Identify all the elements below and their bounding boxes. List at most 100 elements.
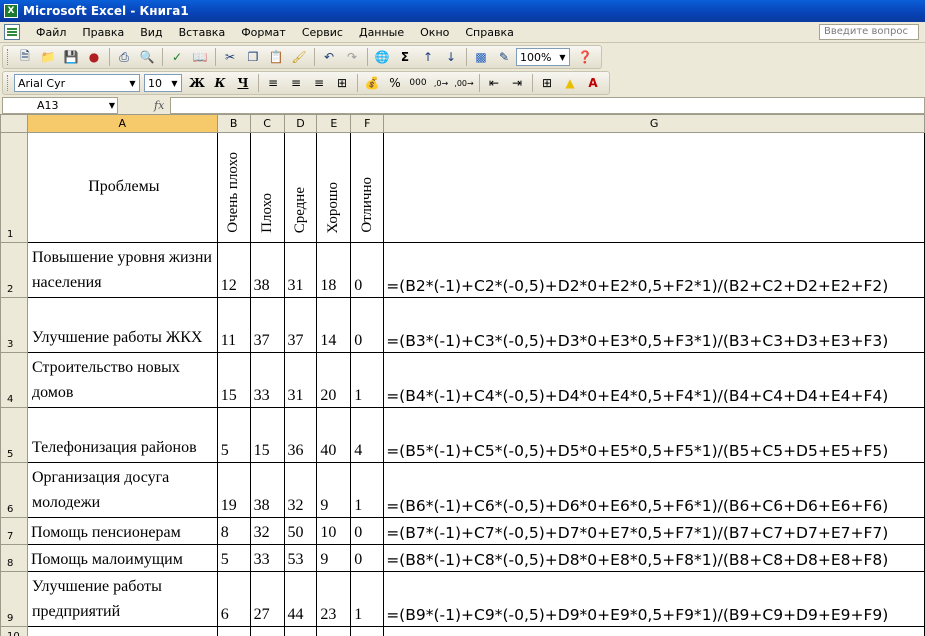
autosum-icon[interactable]: Σ bbox=[394, 47, 416, 67]
cell-value[interactable]: 32 bbox=[249, 517, 285, 545]
toolbar-grip[interactable] bbox=[7, 75, 10, 91]
cell-empty[interactable] bbox=[216, 626, 251, 636]
cell-value[interactable]: 37 bbox=[249, 297, 285, 353]
cell-problem-name[interactable]: Помощь малоимущим bbox=[26, 544, 218, 572]
menu-insert[interactable]: Вставка bbox=[171, 26, 234, 39]
cell-value[interactable]: 53 bbox=[283, 544, 318, 572]
cell-problem-name[interactable]: Помощь пенсионерам bbox=[26, 517, 218, 545]
align-right-icon[interactable]: ≡ bbox=[308, 73, 330, 93]
merge-center-icon[interactable]: ⊞ bbox=[331, 73, 353, 93]
cell-value[interactable]: 1 bbox=[350, 352, 385, 408]
menu-view[interactable]: Вид bbox=[132, 26, 170, 39]
cell-value[interactable]: 19 bbox=[216, 462, 251, 518]
chevron-down-icon[interactable]: ▼ bbox=[126, 75, 139, 91]
cell-value[interactable]: 14 bbox=[316, 297, 352, 353]
print-icon[interactable]: ⎙ bbox=[113, 47, 135, 67]
cell-value[interactable]: 40 bbox=[316, 407, 352, 463]
column-header-d[interactable]: D bbox=[283, 114, 318, 133]
row-header[interactable]: 10 bbox=[0, 626, 28, 636]
column-header-e[interactable]: E bbox=[316, 114, 352, 133]
menu-tools[interactable]: Сервис bbox=[294, 26, 351, 39]
italic-button[interactable]: К bbox=[209, 73, 231, 93]
cell-problem-name[interactable]: Строительство новых домов bbox=[26, 352, 218, 408]
cell-problem-name[interactable]: Улучшение работы ЖКХ bbox=[26, 297, 218, 353]
cell-value[interactable]: 12 bbox=[216, 242, 251, 298]
cell-value[interactable]: 20 bbox=[316, 352, 352, 408]
print-preview-icon[interactable]: 🔍 bbox=[136, 47, 158, 67]
font-name-select[interactable]: Arial Cyr ▼ bbox=[14, 74, 140, 92]
permission-icon[interactable]: ● bbox=[83, 47, 105, 67]
cell-value[interactable]: 5 bbox=[216, 544, 251, 572]
cell-empty[interactable] bbox=[383, 626, 925, 636]
cell-value[interactable]: 6 bbox=[216, 571, 251, 627]
drawing-icon[interactable]: ✎ bbox=[493, 47, 515, 67]
cell-value[interactable]: 23 bbox=[316, 571, 352, 627]
cell-rating-average[interactable]: Средне bbox=[283, 132, 318, 243]
cell-formula[interactable]: =(B6*(-1)+C6*(-0,5)+D6*0+E6*0,5+F6*1)/(B… bbox=[383, 462, 925, 518]
cell-formula[interactable]: =(B7*(-1)+C7*(-0,5)+D7*0+E7*0,5+F7*1)/(B… bbox=[383, 517, 925, 545]
cell-value[interactable]: 38 bbox=[249, 462, 285, 518]
menu-file[interactable]: Файл bbox=[28, 26, 74, 39]
cut-icon[interactable]: ✂ bbox=[219, 47, 241, 67]
function-icon[interactable]: fx bbox=[154, 99, 164, 112]
cell-problem-name[interactable]: Улучшение работы предприятий bbox=[26, 571, 218, 627]
menu-format[interactable]: Формат bbox=[233, 26, 294, 39]
cell-value[interactable]: 4 bbox=[350, 407, 385, 463]
cell-problem-name[interactable]: Организация досуга молодежи bbox=[26, 462, 218, 518]
sort-ascending-icon[interactable]: ↑ bbox=[417, 47, 439, 67]
row-header[interactable]: 4 bbox=[0, 352, 28, 408]
help-icon[interactable]: ❓ bbox=[574, 47, 596, 67]
currency-icon[interactable]: 💰 bbox=[361, 73, 383, 93]
cell-value[interactable]: 8 bbox=[216, 517, 251, 545]
cell-value[interactable]: 0 bbox=[350, 242, 385, 298]
row-header[interactable]: 1 bbox=[0, 132, 28, 243]
hyperlink-icon[interactable]: 🌐 bbox=[371, 47, 393, 67]
increase-indent-icon[interactable]: ⇥ bbox=[506, 73, 528, 93]
cell-value[interactable]: 0 bbox=[350, 517, 385, 545]
copy-icon[interactable]: ❐ bbox=[242, 47, 264, 67]
chevron-down-icon[interactable]: ▼ bbox=[556, 49, 569, 65]
undo-icon[interactable]: ↶ bbox=[318, 47, 340, 67]
column-header-c[interactable]: C bbox=[249, 114, 285, 133]
decrease-decimal-icon[interactable]: ,00→ bbox=[453, 73, 475, 93]
workbook-icon[interactable] bbox=[4, 24, 20, 40]
percent-icon[interactable]: % bbox=[384, 73, 406, 93]
cell-value[interactable]: 5 bbox=[216, 407, 251, 463]
cell-empty[interactable] bbox=[249, 626, 285, 636]
cell-value[interactable]: 50 bbox=[283, 517, 318, 545]
new-document-icon[interactable]: 🗎 bbox=[14, 47, 36, 67]
toolbar-grip[interactable] bbox=[7, 49, 10, 65]
cell-rating-bad[interactable]: Плохо bbox=[249, 132, 285, 243]
name-box[interactable]: A13 ▼ bbox=[2, 96, 118, 114]
cell-rating-excellent[interactable]: Отлично bbox=[350, 132, 385, 243]
format-painter-icon[interactable]: 🖌 bbox=[288, 47, 310, 67]
row-header[interactable]: 9 bbox=[0, 571, 28, 627]
cell-value[interactable]: 9 bbox=[316, 462, 352, 518]
chevron-down-icon[interactable]: ▼ bbox=[168, 75, 181, 91]
cell-rating-very-bad[interactable]: Очень плохо bbox=[216, 132, 251, 243]
cell-formula[interactable]: =(B5*(-1)+C5*(-0,5)+D5*0+E5*0,5+F5*1)/(B… bbox=[383, 407, 925, 463]
cell-value[interactable]: 31 bbox=[283, 242, 318, 298]
cell-value[interactable]: 0 bbox=[350, 297, 385, 353]
cell-empty[interactable] bbox=[350, 626, 385, 636]
menu-window[interactable]: Окно bbox=[412, 26, 457, 39]
sort-descending-icon[interactable]: ↓ bbox=[440, 47, 462, 67]
cell-value[interactable]: 44 bbox=[283, 571, 318, 627]
cell-formula[interactable]: =(B9*(-1)+C9*(-0,5)+D9*0+E9*0,5+F9*1)/(B… bbox=[383, 571, 925, 627]
fill-color-icon[interactable]: ▲ bbox=[559, 73, 581, 93]
chart-wizard-icon[interactable]: ▩ bbox=[470, 47, 492, 67]
cell-value[interactable]: 1 bbox=[350, 571, 385, 627]
cell-empty[interactable] bbox=[26, 626, 218, 636]
underline-button[interactable]: Ч bbox=[232, 73, 254, 93]
cell-formula[interactable]: =(B3*(-1)+C3*(-0,5)+D3*0+E3*0,5+F3*1)/(B… bbox=[383, 297, 925, 353]
cell-empty[interactable] bbox=[383, 132, 925, 243]
cell-problems-title[interactable]: Проблемы bbox=[26, 132, 218, 243]
row-header[interactable]: 7 bbox=[0, 517, 28, 545]
menu-data[interactable]: Данные bbox=[351, 26, 412, 39]
cell-problem-name[interactable]: Телефонизация районов bbox=[26, 407, 218, 463]
cell-value[interactable]: 31 bbox=[283, 352, 318, 408]
cell-value[interactable]: 32 bbox=[283, 462, 318, 518]
cell-value[interactable]: 38 bbox=[249, 242, 285, 298]
open-folder-icon[interactable]: 📁 bbox=[37, 47, 59, 67]
cell-problem-name[interactable]: Повышение уровня жизни населения bbox=[26, 242, 218, 298]
